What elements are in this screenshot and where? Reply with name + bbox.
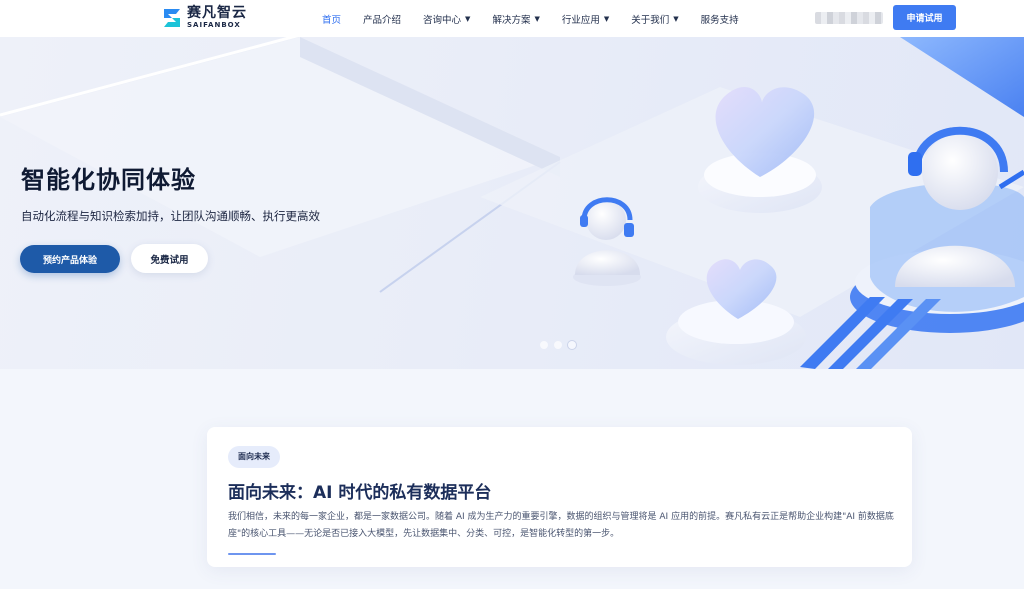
chevron-down-icon: ▼ — [534, 14, 540, 23]
nav-item-label: 产品介绍 — [363, 14, 402, 26]
hero-subtitle: 自动化流程与知识检索加持，让团队沟通顺畅、执行更高效 — [21, 209, 320, 223]
logo-s-icon — [164, 8, 180, 27]
nav-item-label: 关于我们 — [631, 14, 670, 26]
nav-item-label: 服务支持 — [700, 14, 739, 26]
carousel-dots — [540, 341, 582, 349]
hero-illustration — [0, 37, 1024, 369]
main-menu: 首页 产品介绍 咨询中心 ▼ 解决方案 ▼ 行业应用 ▼ 关于我们 ▼ 服务支持 — [322, 0, 761, 37]
top-navbar: 赛凡智云 SAIFANBOX 首页 产品介绍 咨询中心 ▼ 解决方案 ▼ 行业应用 ▼… — [0, 0, 1024, 37]
hero-title: 智能化协同体验 — [21, 166, 196, 194]
brand-name-en: SAIFANBOX — [187, 21, 241, 29]
brand-name-cn: 赛凡智云 — [187, 5, 247, 21]
book-demo-button[interactable]: 预约产品体验 — [20, 245, 120, 273]
chevron-down-icon: ▼ — [603, 14, 610, 23]
accent-divider — [228, 553, 276, 555]
user-account-blurred[interactable] — [815, 12, 883, 24]
nav-item-about[interactable]: 关于我们 ▼ — [631, 12, 678, 26]
nav-item-support[interactable]: 服务支持 — [701, 12, 739, 26]
nav-item-label: 行业应用 — [561, 14, 600, 26]
chevron-down-icon: ▼ — [673, 14, 679, 23]
intro-title: 面向未来：AI 时代的私有数据平台 — [228, 483, 492, 503]
apply-trial-button[interactable]: 申请试用 — [893, 5, 956, 30]
carousel-dot-2[interactable] — [554, 341, 562, 349]
free-trial-button[interactable]: 免费试用 — [131, 244, 208, 273]
nav-item-label: 解决方案 — [492, 14, 531, 26]
carousel-dot-3[interactable] — [568, 341, 576, 349]
nav-item-label: 首页 — [322, 14, 342, 26]
brand-logo[interactable]: 赛凡智云 SAIFANBOX — [161, 6, 247, 29]
intro-badge: 面向未来 — [228, 446, 280, 468]
chevron-down-icon: ▼ — [465, 14, 471, 23]
hero-banner: 智能化协同体验 自动化流程与知识检索加持，让团队沟通顺畅、执行更高效 预约产品体… — [0, 37, 1024, 369]
intro-card: 面向未来 面向未来：AI 时代的私有数据平台 我们相信，未来的每一家企业，都是一… — [207, 427, 912, 567]
intro-text: 我们相信，未来的每一家企业，都是一家数据公司。随着 AI 成为生产力的重要引擎，… — [228, 512, 894, 539]
nav-item-products[interactable]: 产品介绍 — [363, 12, 401, 26]
nav-item-solutions[interactable]: 解决方案 ▼ — [492, 12, 539, 26]
carousel-dot-1[interactable] — [540, 341, 548, 349]
nav-item-consulting[interactable]: 咨询中心 ▼ — [423, 12, 470, 26]
nav-item-label: 咨询中心 — [423, 14, 462, 26]
nav-item-home[interactable]: 首页 — [322, 12, 341, 26]
nav-item-industries[interactable]: 行业应用 ▼ — [562, 12, 609, 26]
